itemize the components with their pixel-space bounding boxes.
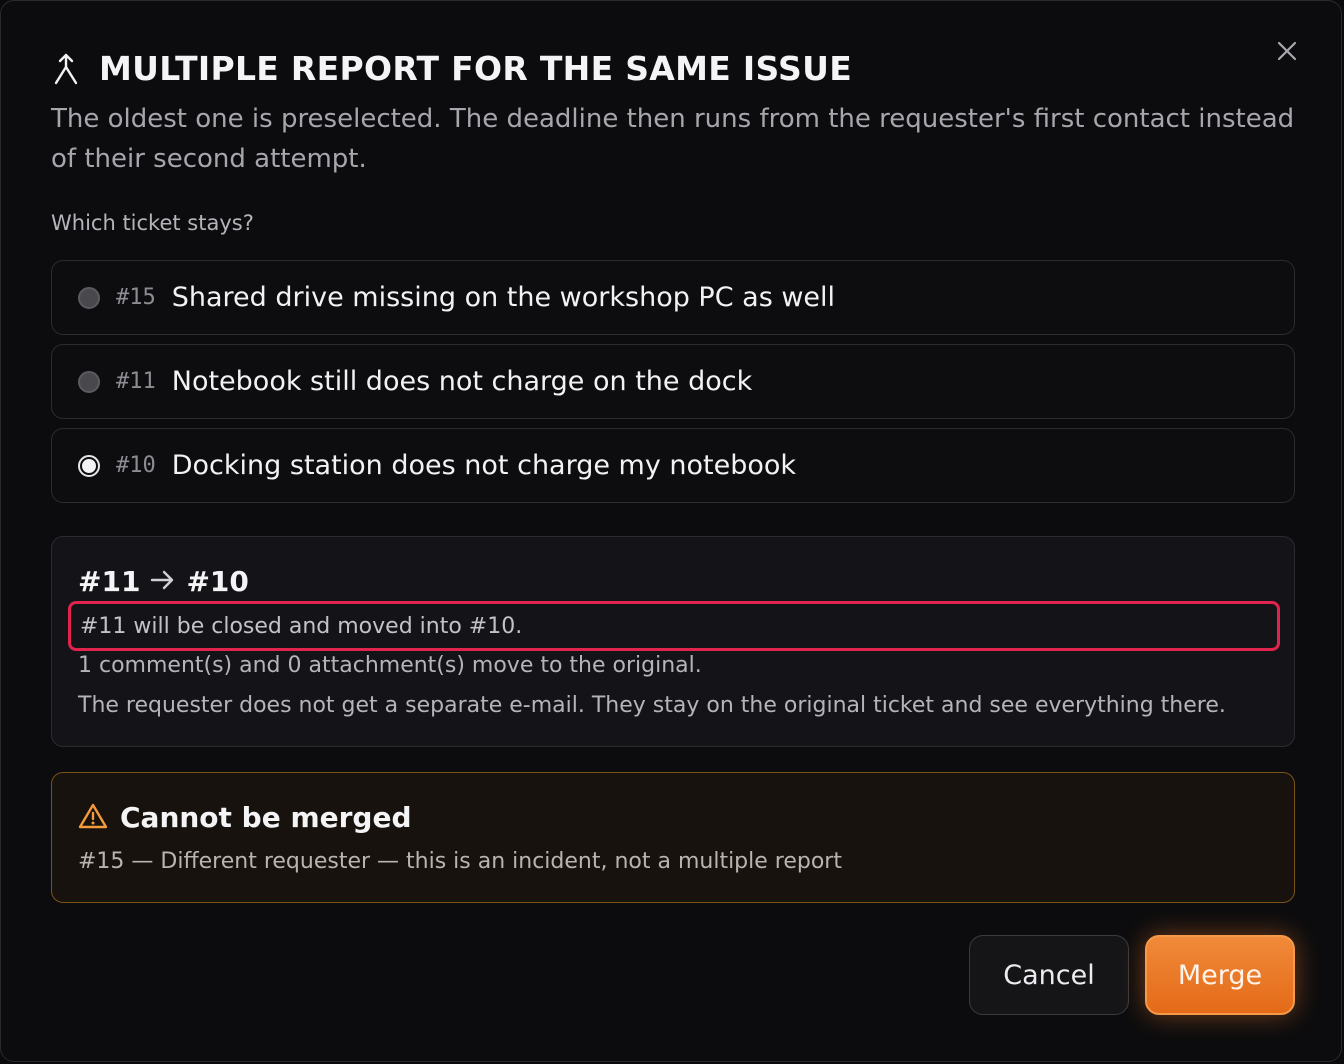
ticket-option-10[interactable]: #10 Docking station does not charge my n… bbox=[51, 428, 1295, 503]
radio-button[interactable] bbox=[78, 370, 100, 393]
dialog-header: MULTIPLE REPORT FOR THE SAME ISSUE bbox=[51, 49, 852, 88]
summary-comments-line: 1 comment(s) and 0 attachment(s) move to… bbox=[78, 653, 702, 678]
ticket-option-15[interactable]: #15 Shared drive missing on the workshop… bbox=[51, 260, 1295, 335]
close-button[interactable] bbox=[1271, 35, 1303, 67]
ticket-title: Notebook still does not charge on the do… bbox=[171, 366, 753, 397]
radio-button[interactable] bbox=[78, 286, 100, 309]
arrow-right-icon bbox=[150, 565, 176, 598]
merge-warning: Cannot be merged #15 — Different request… bbox=[51, 772, 1295, 903]
cancel-button[interactable]: Cancel bbox=[969, 935, 1129, 1015]
warning-icon bbox=[78, 802, 108, 834]
merge-button[interactable]: Merge bbox=[1145, 935, 1295, 1015]
merge-icon bbox=[51, 51, 81, 87]
close-icon bbox=[1277, 41, 1297, 61]
merge-dialog: MULTIPLE REPORT FOR THE SAME ISSUE The o… bbox=[0, 0, 1342, 1062]
radio-button-selected[interactable] bbox=[78, 454, 100, 477]
merge-direction: #11 #10 bbox=[78, 565, 249, 598]
ticket-option-11[interactable]: #11 Notebook still does not charge on th… bbox=[51, 344, 1295, 419]
merge-to: #10 bbox=[186, 565, 249, 598]
ticket-title: Shared drive missing on the workshop PC … bbox=[171, 282, 836, 313]
highlighted-summary-line: #11 will be closed and moved into #10. bbox=[68, 601, 1280, 651]
ticket-id: #15 bbox=[116, 285, 156, 310]
summary-requester-line: The requester does not get a separate e-… bbox=[78, 693, 1226, 718]
warning-title: Cannot be merged bbox=[120, 801, 412, 834]
ticket-id: #10 bbox=[116, 453, 156, 478]
ticket-title: Docking station does not charge my noteb… bbox=[171, 450, 797, 481]
ticket-id: #11 bbox=[116, 369, 156, 394]
warning-text: #15 — Different requester — this is an i… bbox=[78, 849, 842, 874]
dialog-subtitle: The oldest one is preselected. The deadl… bbox=[51, 104, 1295, 174]
dialog-title: MULTIPLE REPORT FOR THE SAME ISSUE bbox=[99, 49, 853, 88]
merge-from: #11 bbox=[78, 565, 141, 598]
merge-summary: #11 #10 #11 will be closed and moved int… bbox=[51, 536, 1295, 747]
warning-header: Cannot be merged bbox=[78, 801, 412, 834]
question-label: Which ticket stays? bbox=[51, 211, 254, 235]
